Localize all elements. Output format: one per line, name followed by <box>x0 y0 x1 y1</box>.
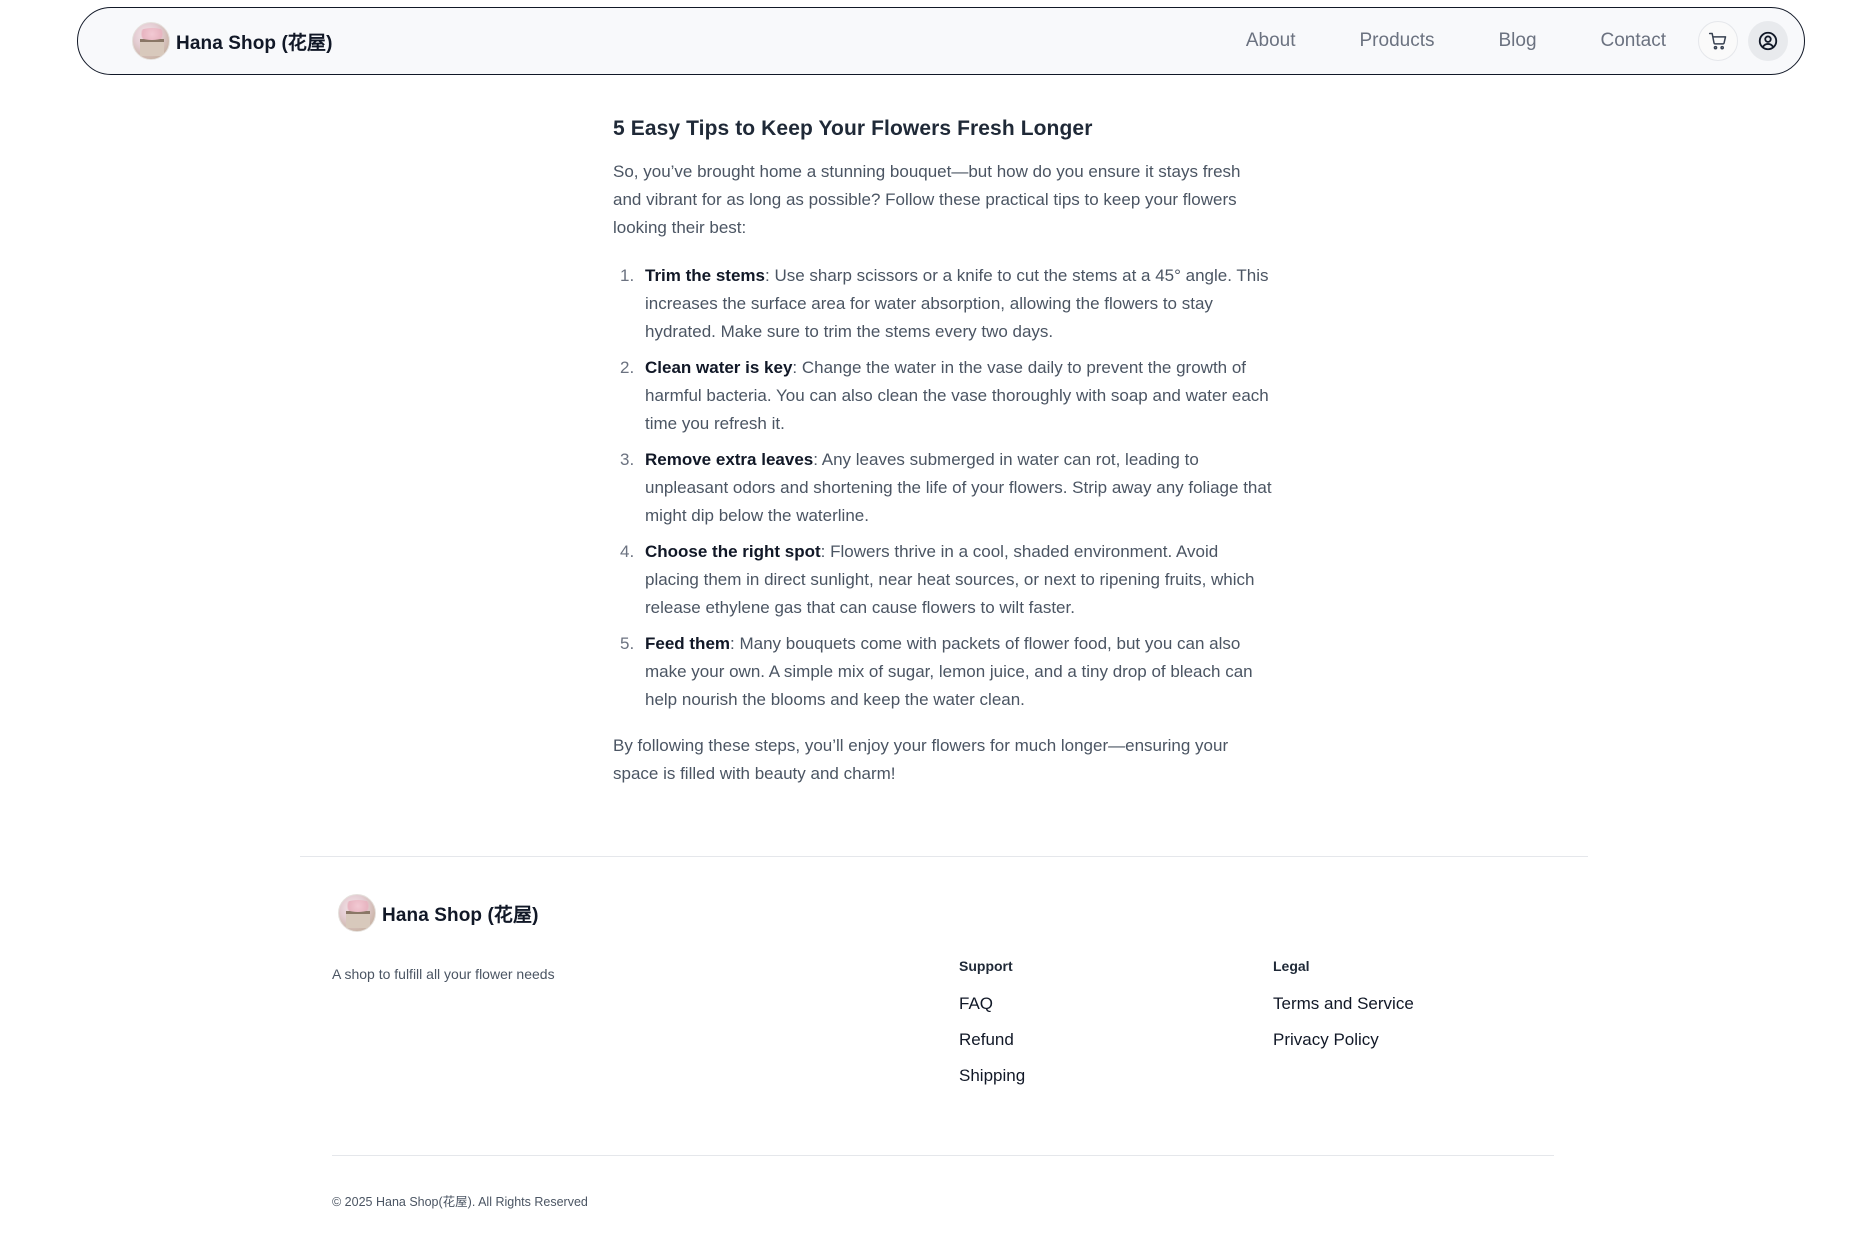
shop-logo <box>132 22 170 60</box>
nav-link-about[interactable]: About <box>1214 30 1328 52</box>
footer-link-terms[interactable]: Terms and Service <box>1273 994 1414 1014</box>
tip-body: Clean water is key: Change the water in … <box>645 354 1273 438</box>
footer-support-column: Support FAQ Refund Shipping <box>959 958 1025 1102</box>
nav-link-contact[interactable]: Contact <box>1569 30 1698 52</box>
tip-body: Choose the right spot: Flowers thrive in… <box>645 538 1273 622</box>
tip-number: 1. <box>620 266 635 285</box>
list-item: 2. Clean water is key: Change the water … <box>613 354 1273 438</box>
tip-title: Remove extra leaves <box>645 450 814 469</box>
list-item: 3. Remove extra leaves: Any leaves subme… <box>613 446 1273 530</box>
nav-links: About Products Blog Contact <box>1214 21 1788 61</box>
tip-body: Trim the stems: Use sharp scissors or a … <box>645 262 1273 346</box>
nav-link-products[interactable]: Products <box>1328 30 1467 52</box>
tips-list: 1. Trim the stems: Use sharp scissors or… <box>613 262 1273 714</box>
footer-divider <box>300 856 1588 857</box>
footer-legal-column: Legal Terms and Service Privacy Policy <box>1273 958 1414 1066</box>
cart-button[interactable] <box>1698 21 1738 61</box>
footer-link-privacy[interactable]: Privacy Policy <box>1273 1030 1414 1050</box>
support-heading: Support <box>959 958 1013 974</box>
user-circle-icon <box>1758 31 1778 51</box>
tip-number: 3. <box>620 450 635 469</box>
tip-number: 5. <box>620 634 635 653</box>
navbar: Hana Shop (花屋) About Products Blog Conta… <box>77 7 1805 75</box>
article-title: 5 Easy Tips to Keep Your Flowers Fresh L… <box>613 117 1093 140</box>
tip-title: Clean water is key <box>645 358 793 377</box>
user-button[interactable] <box>1748 21 1788 61</box>
brand-name: Hana Shop (花屋) <box>176 32 333 54</box>
list-item: 5. Feed them: Many bouquets come with pa… <box>613 630 1273 714</box>
shop-logo <box>338 894 376 932</box>
blog-article: 5 Easy Tips to Keep Your Flowers Fresh L… <box>613 114 1273 788</box>
tip-text: : Many bouquets come with packets of flo… <box>645 634 1253 709</box>
bottom-divider <box>332 1155 1554 1156</box>
footer-link-faq[interactable]: FAQ <box>959 994 1025 1014</box>
article-intro: So, you’ve brought home a stunning bouqu… <box>613 162 1241 237</box>
tip-title: Feed them <box>645 634 731 653</box>
legal-heading: Legal <box>1273 958 1310 974</box>
cart-icon <box>1708 32 1727 50</box>
tip-number: 2. <box>620 358 635 377</box>
tip-title: Choose the right spot <box>645 542 821 561</box>
brand-link[interactable]: Hana Shop (花屋) <box>132 22 333 60</box>
tip-title: Trim the stems <box>645 266 765 285</box>
footer-tagline: A shop to fulfill all your flower needs <box>332 966 555 982</box>
list-item: 1. Trim the stems: Use sharp scissors or… <box>613 262 1273 346</box>
footer-link-refund[interactable]: Refund <box>959 1030 1025 1050</box>
tip-number: 4. <box>620 542 635 561</box>
article-outro: By following these steps, you’ll enjoy y… <box>613 736 1229 783</box>
tip-body: Remove extra leaves: Any leaves submerge… <box>645 446 1273 530</box>
footer-link-shipping[interactable]: Shipping <box>959 1066 1025 1086</box>
footer-brand-name: Hana Shop (花屋) <box>382 904 539 926</box>
list-item: 4. Choose the right spot: Flowers thrive… <box>613 538 1273 622</box>
nav-link-blog[interactable]: Blog <box>1466 30 1568 52</box>
footer-brand-link[interactable]: Hana Shop (花屋) <box>338 894 539 932</box>
copyright-text: © 2025 Hana Shop(花屋). All Rights Reserve… <box>332 1195 588 1209</box>
tip-body: Feed them: Many bouquets come with packe… <box>645 630 1273 714</box>
